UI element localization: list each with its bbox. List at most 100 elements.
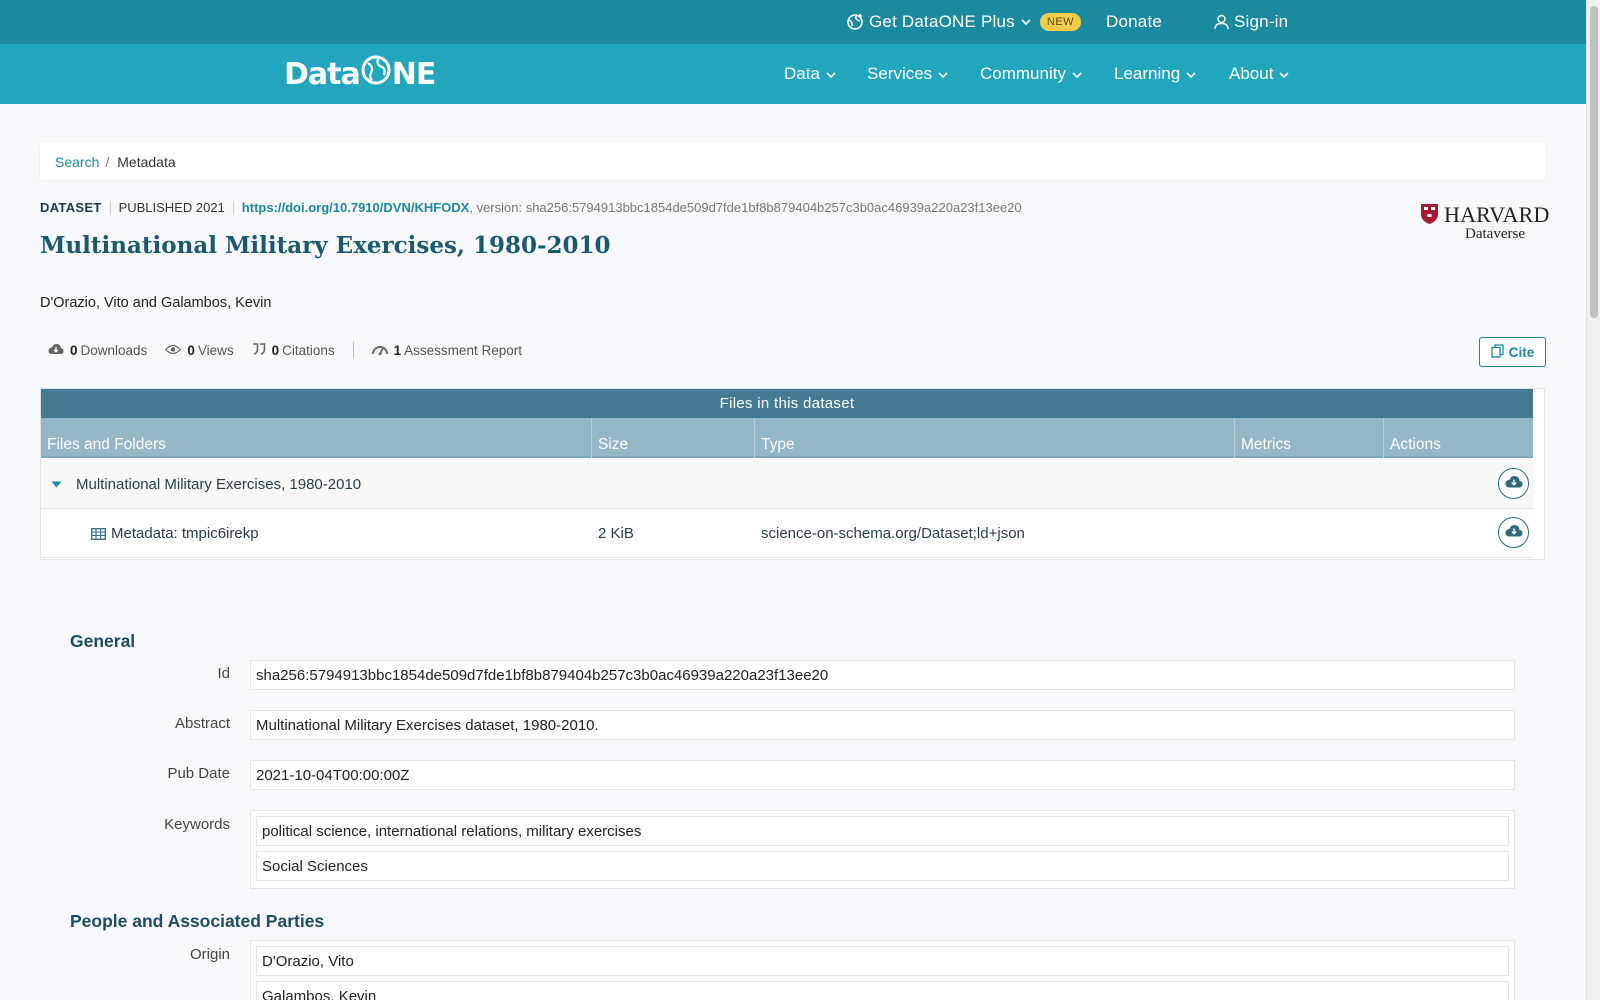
gauge-icon — [371, 342, 388, 358]
id-value: sha256:5794913bbc1854de509d7fde1bf8b8794… — [250, 660, 1515, 690]
doi-link[interactable]: https://doi.org/10.7910/DVN/KHFODX — [242, 200, 470, 215]
citations-label: Citations — [282, 342, 335, 358]
nav-services[interactable]: Services — [867, 44, 948, 104]
nav-data-label: Data — [784, 64, 820, 83]
keyword-item: political science, international relatio… — [256, 816, 1509, 846]
cloud-download-icon — [1505, 524, 1523, 541]
chevron-down-icon — [1072, 64, 1082, 84]
downloads-count: 0 — [70, 342, 78, 358]
nav-learning-label: Learning — [1114, 64, 1181, 83]
user-icon — [1214, 14, 1229, 30]
scrollbar-thumb[interactable] — [1590, 6, 1598, 318]
chevron-down-icon — [1021, 18, 1031, 26]
chevron-down-icon — [938, 64, 948, 84]
nav-community-label: Community — [980, 64, 1066, 83]
dataset-meta-line: DATASET PUBLISHED 2021 https://doi.org/1… — [40, 200, 1022, 215]
globe-icon — [361, 54, 391, 94]
table-row-file[interactable]: Metadata: tmpic6irekp 2 KiB science-on-s… — [41, 509, 1533, 558]
table-row-folder[interactable]: Multinational Military Exercises, 1980-2… — [41, 460, 1533, 509]
harvard-shield-icon — [1420, 203, 1439, 230]
abstract-label: Abstract — [174, 715, 230, 732]
version-id: , version: sha256:5794913bbc1854de509d7f… — [469, 200, 1022, 215]
nav-community[interactable]: Community — [980, 44, 1082, 104]
divider — [109, 200, 111, 215]
origin-item: D'Orazio, Vito — [256, 946, 1509, 976]
assessment-count: 1 — [393, 342, 402, 358]
pubdate-value: 2021-10-04T00:00:00Z — [250, 760, 1515, 790]
quote-icon — [252, 342, 266, 358]
dataset-type-label: DATASET — [40, 200, 102, 215]
column-header-metrics: Metrics — [1235, 418, 1384, 458]
abstract-value: Multinational Military Exercises dataset… — [250, 710, 1515, 740]
dataset-stats: 0 Downloads 0 Views 0 Citations 1 Assess… — [48, 342, 540, 358]
download-file-button[interactable] — [1498, 517, 1529, 548]
assessment-report-link[interactable]: 1 Assessment Report — [371, 342, 522, 358]
sign-in-label: Sign-in — [1234, 12, 1289, 31]
published-year: PUBLISHED 2021 — [118, 200, 225, 215]
dataone-logo[interactable]: Data NE — [284, 54, 437, 94]
origin-group: D'Orazio, Vito Galambos, Kevin — [250, 940, 1515, 1000]
column-header-actions: Actions — [1390, 436, 1441, 453]
downloads-label: Downloads — [80, 342, 148, 358]
top-bar: Get DataONE Plus NEW Donate Sign-in — [0, 0, 1586, 44]
nav-services-label: Services — [867, 64, 933, 83]
breadcrumb-separator: / — [105, 153, 110, 170]
assessment-label: Assessment Report — [404, 342, 522, 358]
citations-count: 0 — [271, 342, 280, 358]
column-header-files: Files and Folders — [41, 418, 592, 458]
get-dataone-plus-label: Get DataONE Plus — [869, 12, 1015, 31]
cite-button[interactable]: Cite — [1479, 337, 1546, 367]
keywords-label: Keywords — [164, 816, 230, 833]
file-type: science-on-schema.org/Dataset;ld+json — [761, 525, 1025, 542]
views-label: Views — [197, 342, 234, 358]
files-table-caption: Files in this dataset — [41, 389, 1533, 418]
caret-down-icon[interactable] — [51, 460, 62, 509]
column-header-size: Size — [592, 418, 755, 458]
nav-about-label: About — [1229, 64, 1274, 83]
donate-link[interactable]: Donate — [1106, 0, 1162, 44]
nav-about[interactable]: About — [1229, 44, 1290, 104]
column-header-type: Type — [755, 418, 1235, 458]
views-count: 0 — [187, 342, 195, 358]
copy-icon — [1491, 343, 1509, 361]
breadcrumb-current: Metadata — [117, 153, 176, 170]
globe-plus-icon — [846, 13, 864, 31]
cloud-download-icon — [48, 343, 64, 358]
pubdate-label: Pub Date — [167, 765, 230, 782]
file-name-link[interactable]: Metadata: tmpic6irekp — [111, 509, 259, 558]
divider — [352, 342, 354, 358]
files-table-header: Files and Folders Size Type Metrics Acti… — [41, 418, 1533, 458]
cite-label: Cite — [1508, 344, 1535, 360]
nav-data[interactable]: Data — [784, 44, 836, 104]
downloads-stat: 0 Downloads — [48, 343, 147, 358]
page-scrollbar[interactable] — [1586, 0, 1600, 1000]
breadcrumb-search-link[interactable]: Search — [55, 154, 99, 170]
chevron-down-icon — [1186, 64, 1196, 84]
divider — [232, 200, 234, 215]
main-navbar: Data NE Data Services Community Learning… — [0, 44, 1586, 104]
views-stat: 0 Views — [165, 342, 234, 358]
nav-learning[interactable]: Learning — [1114, 44, 1196, 104]
sign-in-link[interactable]: Sign-in — [1214, 0, 1288, 44]
origin-item: Galambos, Kevin — [256, 981, 1509, 1000]
file-size: 2 KiB — [598, 525, 634, 542]
eye-icon — [165, 343, 182, 358]
logo-text-ne: NE — [391, 56, 437, 92]
table-icon — [91, 509, 106, 558]
id-label: Id — [217, 665, 230, 682]
harvard-name: HARVARD — [1444, 202, 1550, 227]
download-folder-button[interactable] — [1498, 468, 1529, 499]
breadcrumb: Search / Metadata — [40, 143, 1545, 180]
dataset-title: Multinational Military Exercises, 1980-2… — [40, 232, 611, 259]
logo-text-data: Data — [284, 56, 361, 92]
get-dataone-plus-menu[interactable]: Get DataONE Plus NEW — [846, 0, 1082, 44]
cloud-download-icon — [1505, 475, 1523, 492]
citations-stat: 0 Citations — [252, 343, 335, 358]
files-table: Files in this dataset Files and Folders … — [40, 388, 1545, 560]
origin-label: Origin — [189, 946, 230, 963]
keywords-group: political science, international relatio… — [250, 810, 1515, 889]
section-title-people: People and Associated Parties — [70, 911, 325, 931]
dataverse-name: Dataverse — [1465, 226, 1525, 242]
harvard-dataverse-logo[interactable]: HARVARD Dataverse — [1420, 200, 1549, 244]
keyword-item: Social Sciences — [256, 851, 1509, 881]
